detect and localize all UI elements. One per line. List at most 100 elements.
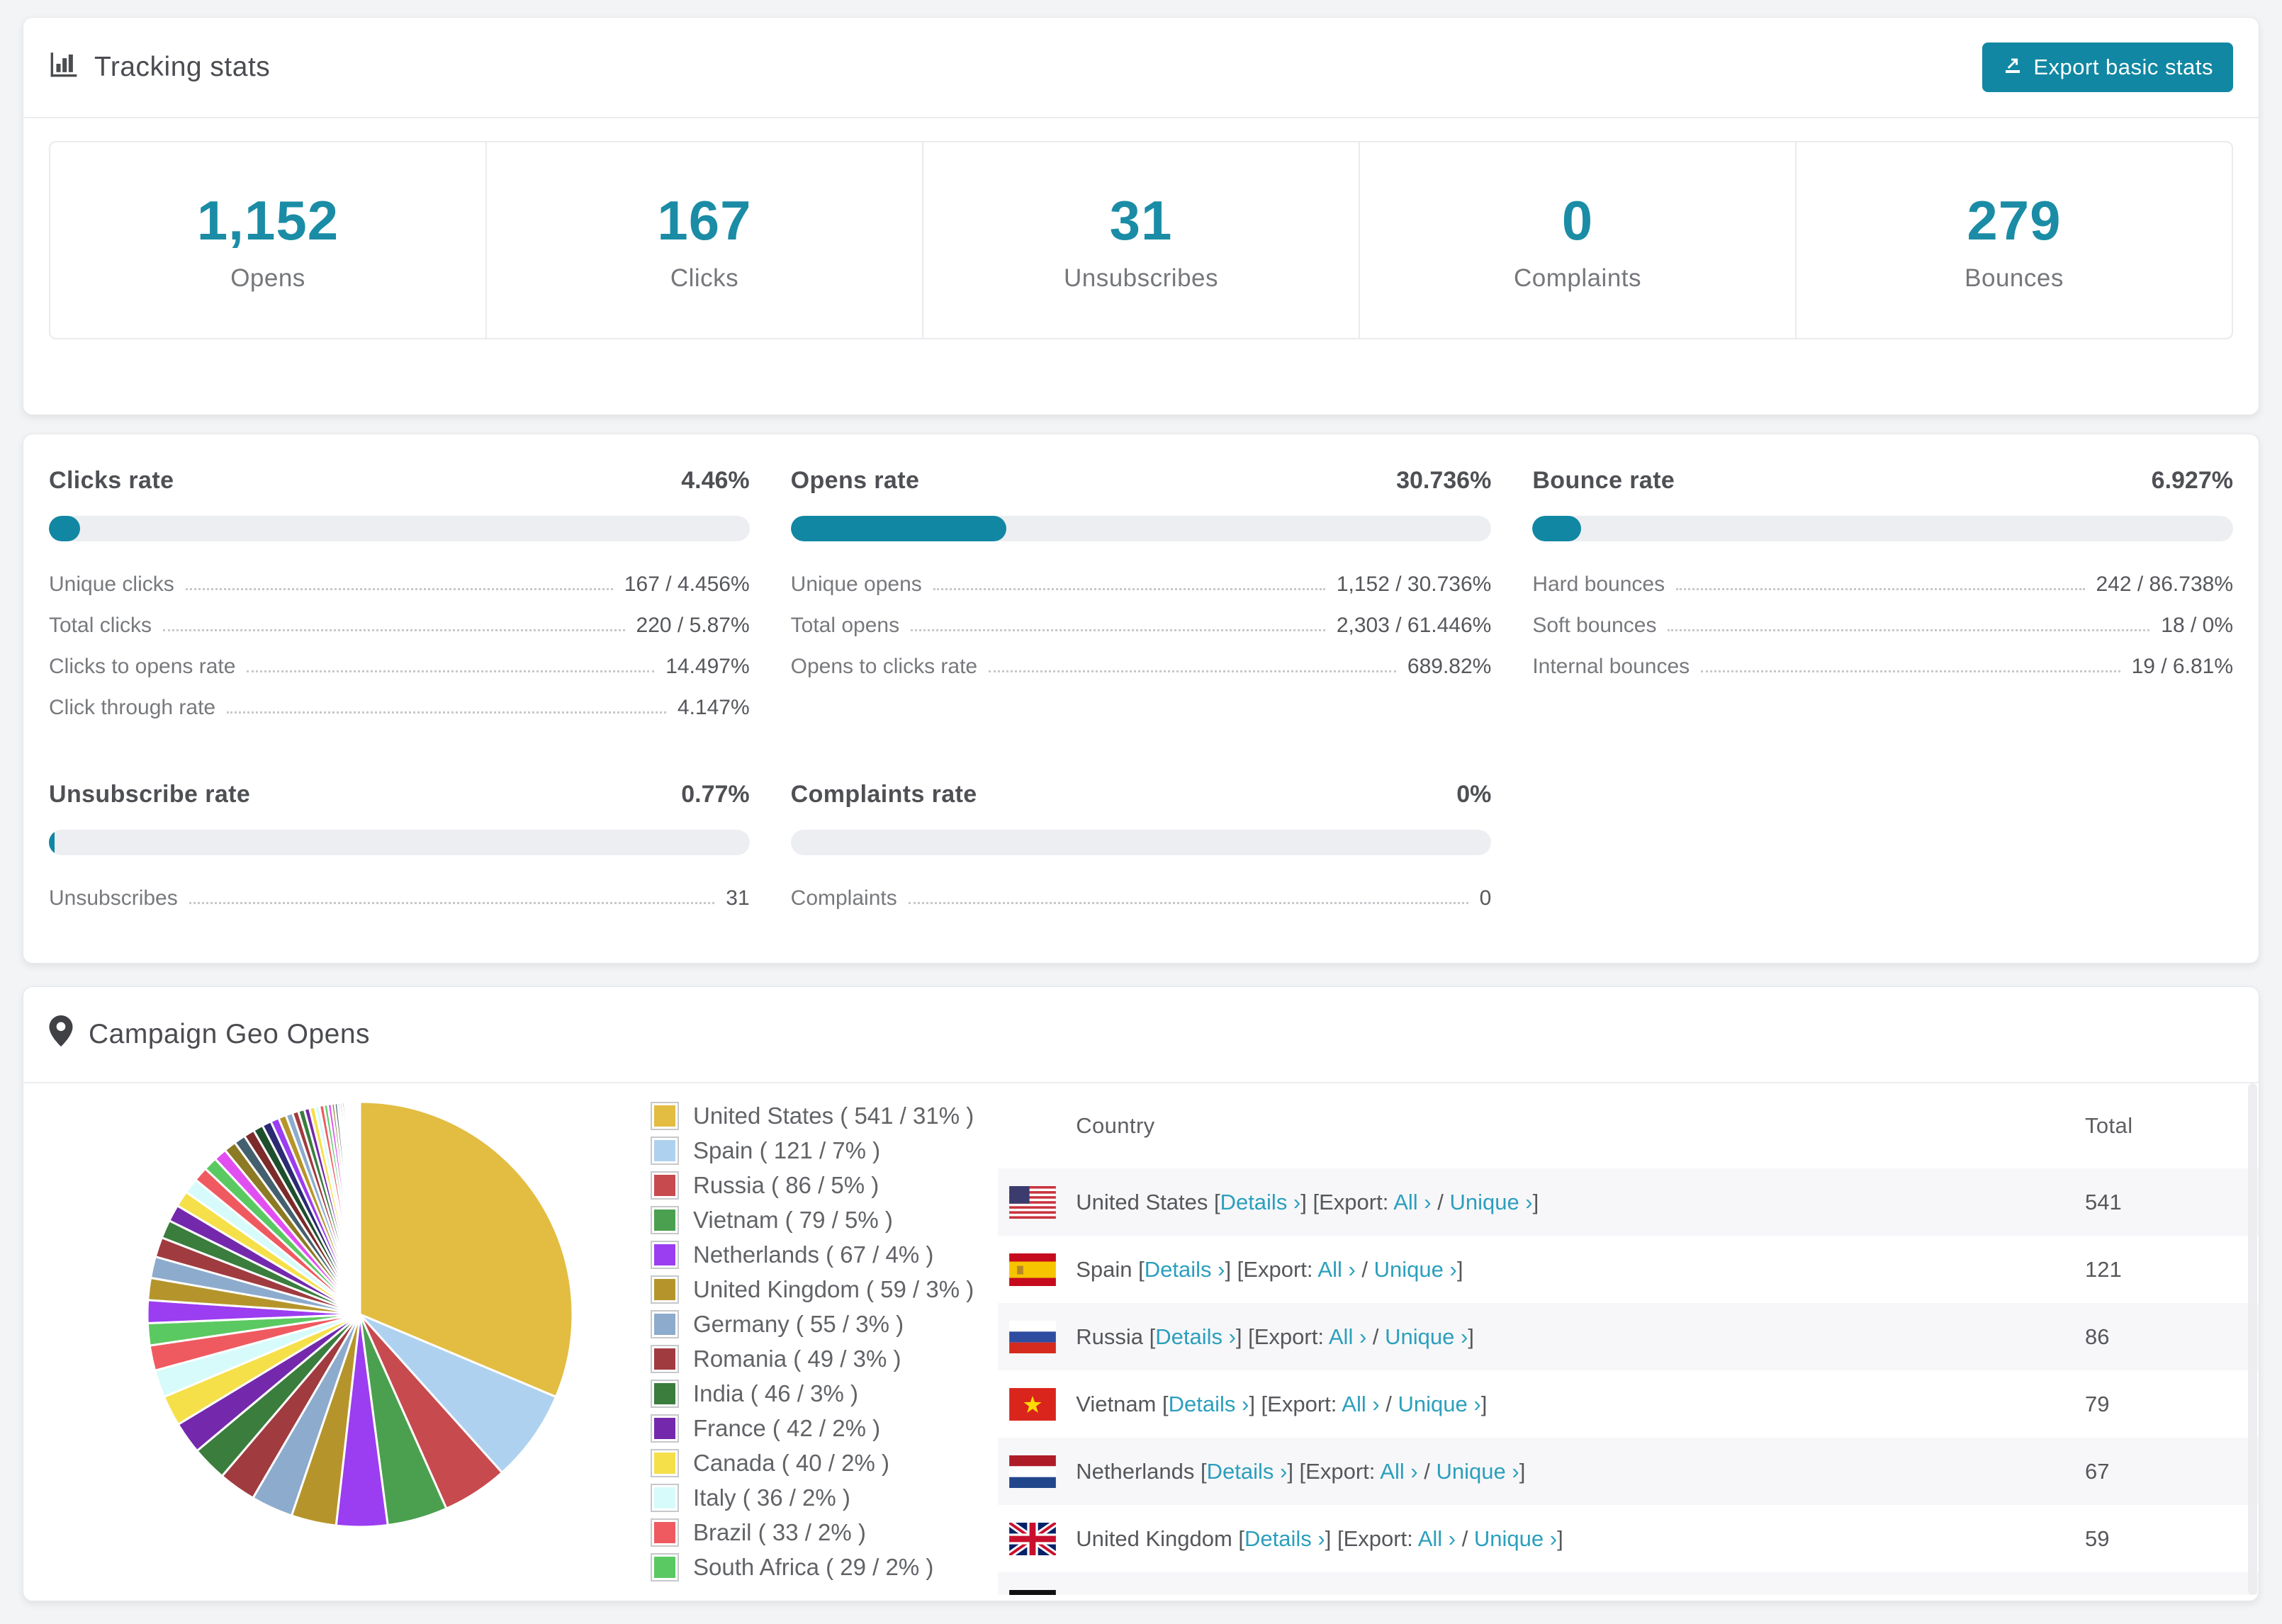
export-all-link[interactable]: All › xyxy=(1329,1324,1366,1349)
country-flag-gb-icon xyxy=(1009,1522,1057,1555)
country-name: Russia xyxy=(1076,1324,1150,1349)
rate-row-label: Opens to clicks rate xyxy=(790,655,978,678)
header-divider xyxy=(23,117,2259,118)
legend-label: Netherlands ( 67 / 4% ) xyxy=(693,1241,934,1268)
legend-item: Germany ( 55 / 3% ) xyxy=(651,1310,974,1338)
legend-swatch-color xyxy=(654,1487,675,1509)
legend-swatch xyxy=(651,1137,679,1165)
rate-card-header: Complaints rate 0% xyxy=(791,781,1492,808)
rate-row: Clicks to opens rate 14.497% xyxy=(49,655,750,679)
legend-item: Brazil ( 33 / 2% ) xyxy=(651,1518,974,1547)
country-name: Germany xyxy=(1076,1594,1172,1596)
export-all-link[interactable]: All › xyxy=(1342,1392,1379,1416)
export-unique-link[interactable]: Unique › xyxy=(1408,1594,1491,1596)
export-all-link[interactable]: All › xyxy=(1380,1459,1417,1484)
rate-card: Bounce rate 6.927% Hard bounces 242 / 86.73… xyxy=(1532,467,2233,737)
rate-row: Hard bounces 242 / 86.738% xyxy=(1532,573,2233,597)
table-scrollbar[interactable] xyxy=(2248,1083,2257,1595)
legend-swatch xyxy=(651,1102,679,1130)
country-cell: Vietnam [Details ›] [Export: All › / Uni… xyxy=(1076,1392,2085,1417)
bracket: ] xyxy=(1468,1324,1474,1349)
rate-card: Complaints rate 0% Complaints 0 xyxy=(790,781,1492,927)
details-link[interactable]: Details › xyxy=(1155,1324,1236,1349)
rate-card-header: Unsubscribe rate 0.77% xyxy=(49,781,750,808)
stat-value: 0 xyxy=(1561,188,1594,252)
details-link[interactable]: Details › xyxy=(1169,1392,1249,1416)
export-prefix: ] [Export: xyxy=(1225,1256,1318,1282)
export-unique-link[interactable]: Unique › xyxy=(1374,1257,1457,1282)
details-link[interactable]: Details › xyxy=(1145,1257,1225,1282)
legend-swatch xyxy=(651,1414,679,1443)
total-cell: 79 xyxy=(2085,1391,2110,1416)
country-name: Vietnam xyxy=(1076,1391,1162,1416)
export-all-link[interactable]: All › xyxy=(1393,1190,1431,1214)
stat-box: 167 Clicks xyxy=(485,142,922,338)
rate-row-label: Soft bounces xyxy=(1532,614,1657,637)
rate-card-header: Bounce rate 6.927% xyxy=(1532,467,2233,495)
stat-value: 1,152 xyxy=(196,188,339,252)
export-basic-stats-button[interactable]: Export basic stats xyxy=(1982,43,2233,92)
rate-title: Complaints rate xyxy=(790,781,977,808)
legend-label: France ( 42 / 2% ) xyxy=(693,1415,881,1441)
table-row: Russia [Details ›] [Export: All › / Uniq… xyxy=(998,1303,2259,1370)
legend-label: Canada ( 40 / 2% ) xyxy=(693,1450,889,1476)
country-name: United Kingdom xyxy=(1076,1526,1239,1551)
slash-separator: / xyxy=(1366,1324,1386,1349)
legend-swatch-color xyxy=(654,1244,675,1265)
rate-progress-bar xyxy=(790,516,1492,541)
country-cell: United States [Details ›] [Export: All ›… xyxy=(1076,1190,2085,1215)
export-prefix: ] [Export: xyxy=(1235,1324,1329,1349)
legend-swatch xyxy=(651,1449,679,1477)
pie-slice[interactable] xyxy=(358,1100,361,1316)
table-row: Germany [Details ›] [Export: All › / Uni… xyxy=(998,1572,2259,1595)
page-title: Tracking stats xyxy=(94,52,271,82)
total-cell: 67 xyxy=(2085,1458,2110,1484)
geo-header: Campaign Geo Opens xyxy=(23,987,2259,1082)
geo-table-header: Country Total xyxy=(998,1083,2259,1168)
rate-row-label: Internal bounces xyxy=(1532,655,1690,678)
stat-value: 279 xyxy=(1967,188,2062,252)
country-flag-us-icon xyxy=(1009,1185,1057,1219)
stat-box: 1,152 Opens xyxy=(50,142,485,338)
bracket: ] xyxy=(1557,1526,1563,1551)
export-all-link[interactable]: All › xyxy=(1317,1257,1355,1282)
legend-label: Romania ( 49 / 3% ) xyxy=(693,1346,901,1372)
export-unique-link[interactable]: Unique › xyxy=(1398,1392,1481,1416)
rate-value: 4.46% xyxy=(681,467,750,494)
export-unique-link[interactable]: Unique › xyxy=(1449,1190,1532,1214)
dotted-leader xyxy=(185,588,613,590)
details-link[interactable]: Details › xyxy=(1179,1594,1259,1596)
stat-value: 31 xyxy=(1109,188,1173,252)
rate-row: Internal bounces 19 / 6.81% xyxy=(1532,655,2233,679)
pie-legend: United States ( 541 / 31% ) Spain ( 121 /… xyxy=(651,1102,974,1588)
export-unique-link[interactable]: Unique › xyxy=(1437,1459,1519,1484)
rate-card-header: Clicks rate 4.46% xyxy=(49,467,750,495)
legend-label: South Africa ( 29 / 2% ) xyxy=(693,1554,934,1580)
bracket: [ xyxy=(1238,1526,1245,1551)
total-column-header: Total xyxy=(2085,1113,2133,1138)
country-name: Spain xyxy=(1076,1256,1139,1282)
details-link[interactable]: Details › xyxy=(1244,1526,1325,1551)
slash-separator: / xyxy=(1379,1391,1398,1416)
rate-row: Opens to clicks rate 689.82% xyxy=(791,655,1492,679)
legend-swatch xyxy=(651,1310,679,1338)
rate-row-label: Total opens xyxy=(790,614,900,637)
details-link[interactable]: Details › xyxy=(1207,1459,1288,1484)
rate-row-label: Unique clicks xyxy=(49,573,174,596)
export-all-link[interactable]: All › xyxy=(1352,1594,1390,1596)
export-unique-link[interactable]: Unique › xyxy=(1385,1324,1468,1349)
rate-value: 0% xyxy=(1456,781,1492,808)
legend-swatch xyxy=(651,1553,679,1581)
rate-row: Total clicks 220 / 5.87% xyxy=(49,614,750,638)
export-unique-link[interactable]: Unique › xyxy=(1474,1526,1557,1551)
details-link[interactable]: Details › xyxy=(1220,1190,1301,1214)
total-cell: 541 xyxy=(2085,1189,2122,1214)
slash-separator: / xyxy=(1390,1594,1408,1596)
rate-row-value: 31 xyxy=(726,886,750,910)
export-all-link[interactable]: All › xyxy=(1418,1526,1456,1551)
legend-swatch-color xyxy=(654,1348,675,1370)
rate-row: Unsubscribes 31 xyxy=(49,886,750,910)
stat-label: Unsubscribes xyxy=(1063,264,1219,292)
total-cell: 121 xyxy=(2085,1256,2122,1282)
geo-table: Country Total United States [Details ›] … xyxy=(998,1083,2259,1595)
